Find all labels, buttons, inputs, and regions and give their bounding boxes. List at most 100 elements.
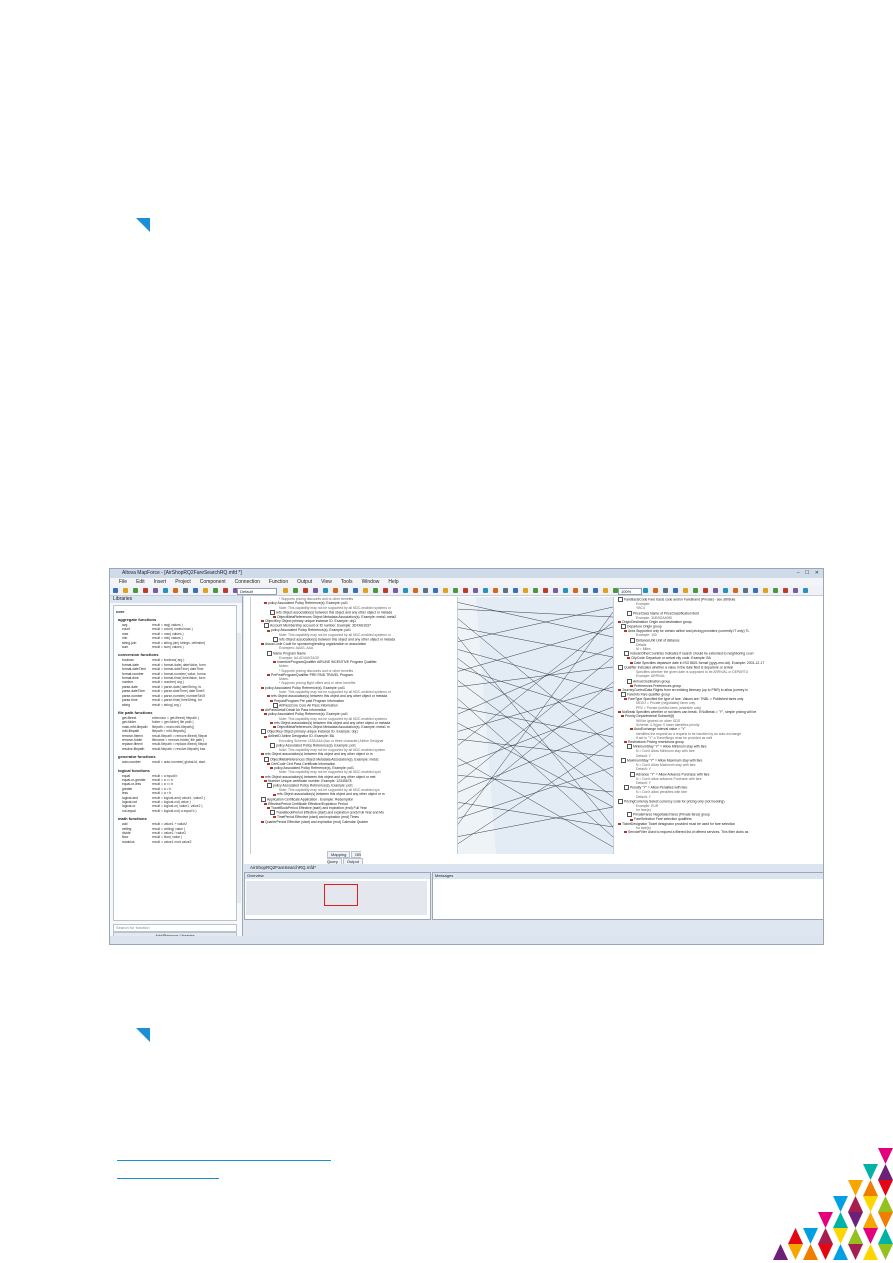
toolbar-icon[interactable] (443, 588, 448, 593)
menu-function[interactable]: Function (269, 579, 288, 585)
toolbar-icon[interactable] (683, 588, 688, 593)
library-group[interactable]: aggregate functions (118, 617, 236, 622)
menu-component[interactable]: Component (200, 579, 226, 585)
window-controls[interactable]: – ☐ ✕ (797, 570, 821, 576)
schema-node[interactable]: QuarterPeriod Effective (start) and expi… (251, 820, 457, 824)
toolbar-icon[interactable] (183, 588, 188, 593)
library-function[interactable]: resolve-filepath result-filepath = resolv… (122, 747, 236, 751)
mosaic-triangle (833, 1228, 848, 1244)
toolbar-icon[interactable] (493, 588, 498, 593)
library-group[interactable]: math functions (118, 816, 236, 821)
toolbar-icon[interactable] (673, 588, 678, 593)
node-type-icon (264, 735, 267, 738)
toolbar-icon[interactable] (753, 588, 758, 593)
menu-connection[interactable]: Connection (235, 579, 260, 585)
menu-project[interactable]: Project (175, 579, 191, 585)
toolbar-icon[interactable] (513, 588, 518, 593)
toolbar-icon[interactable] (403, 588, 408, 593)
library-function[interactable]: sum result = sum( values ) (122, 645, 236, 649)
toolbar-icon[interactable] (303, 588, 308, 593)
toolbar-icon[interactable] (393, 588, 398, 593)
toolbar-icon[interactable] (213, 588, 218, 593)
toolbar-icon[interactable] (193, 588, 198, 593)
menu-output[interactable]: Output (297, 579, 312, 585)
toolbar-icon[interactable] (483, 588, 488, 593)
toolbar-icon[interactable] (143, 588, 148, 593)
toolbar-icon[interactable] (123, 588, 128, 593)
library-group[interactable]: file path functions (118, 710, 236, 715)
toolbar-icon[interactable] (733, 588, 738, 593)
menu-help[interactable]: Help (388, 579, 398, 585)
schema-node[interactable]: ServiceFilter Used to request a filtered… (614, 830, 814, 834)
library-function[interactable]: string result = string( arg ) (122, 703, 236, 707)
toolbar-icon[interactable] (503, 588, 508, 593)
toolbar-icon[interactable] (573, 588, 578, 593)
menu-insert[interactable]: Insert (154, 579, 167, 585)
toolbar-icon[interactable] (793, 588, 798, 593)
toolbar-icon[interactable] (283, 588, 288, 593)
toolbar-icon[interactable] (543, 588, 548, 593)
toolbar-icon[interactable] (223, 588, 228, 593)
menu-tools[interactable]: Tools (341, 579, 353, 585)
function-search-input[interactable]: Search for function (113, 924, 237, 932)
toolbar-icon[interactable] (643, 588, 648, 593)
toolbar-icon[interactable] (203, 588, 208, 593)
toolbar-icon[interactable] (773, 588, 778, 593)
library-function[interactable]: not-equal result = logical-not( a equal b… (122, 809, 236, 813)
toolbar-icon[interactable] (603, 588, 608, 593)
preset-combo[interactable]: Default (237, 588, 277, 595)
library-function[interactable]: auto-number result = auto-number( global-… (122, 760, 236, 764)
toolbar-icon[interactable] (113, 588, 118, 593)
toolbar-icon[interactable] (353, 588, 358, 593)
toolbar-icon[interactable] (703, 588, 708, 593)
toolbar-icon[interactable] (173, 588, 178, 593)
toolbar-icon[interactable] (433, 588, 438, 593)
menu-edit[interactable]: Edit (136, 579, 145, 585)
library-group[interactable]: generator functions (118, 754, 236, 759)
toolbar-icon[interactable] (323, 588, 328, 593)
toolbar-icon[interactable] (293, 588, 298, 593)
document-tab[interactable]: AirShopRQ2FareSearchRQ.mfd* (244, 864, 823, 872)
toolbar-icon[interactable] (803, 588, 808, 593)
toolbar-icon[interactable] (583, 588, 588, 593)
toolbar-icon[interactable] (163, 588, 168, 593)
toolbar-icon[interactable] (363, 588, 368, 593)
toolbar-icon[interactable] (743, 588, 748, 593)
toolbar-icon[interactable] (343, 588, 348, 593)
toolbar-icon[interactable] (463, 588, 468, 593)
library-group[interactable]: logical functions (118, 768, 236, 773)
toolbar-icon[interactable] (783, 588, 788, 593)
menu-window[interactable]: Window (362, 579, 380, 585)
library-function[interactable]: modulus result = value1 mod value2 (122, 840, 236, 844)
toolbar-icon[interactable] (373, 588, 378, 593)
toolbar-icon[interactable] (693, 588, 698, 593)
libraries-scrollbar[interactable] (237, 633, 241, 903)
toolbar-icon[interactable] (333, 588, 338, 593)
tab-mapping[interactable]: Mapping (327, 851, 351, 858)
toolbar-icon[interactable] (453, 588, 458, 593)
toolbar-icon[interactable] (383, 588, 388, 593)
toolbar-icon[interactable] (713, 588, 718, 593)
overview-viewport[interactable] (324, 884, 358, 906)
toolbar-icon[interactable] (763, 588, 768, 593)
zoom-combo[interactable]: 100% (618, 588, 642, 595)
overview-map[interactable] (246, 881, 427, 915)
menu-file[interactable]: File (119, 579, 127, 585)
library-group[interactable]: conversion functions (118, 652, 236, 657)
toolbar-icon[interactable] (723, 588, 728, 593)
toolbar-icon[interactable] (313, 588, 318, 593)
toolbar-icon[interactable] (423, 588, 428, 593)
toolbar-icon[interactable] (663, 588, 668, 593)
toolbar-icon[interactable] (523, 588, 528, 593)
toolbar-icon[interactable] (133, 588, 138, 593)
toolbar-icon[interactable] (153, 588, 158, 593)
library-root[interactable]: core (116, 609, 236, 614)
toolbar-icon[interactable] (653, 588, 658, 593)
menu-view[interactable]: View (321, 579, 332, 585)
toolbar-icon[interactable] (473, 588, 478, 593)
toolbar-icon[interactable] (563, 588, 568, 593)
toolbar-icon[interactable] (413, 588, 418, 593)
toolbar-icon[interactable] (593, 588, 598, 593)
toolbar-icon[interactable] (553, 588, 558, 593)
toolbar-icon[interactable] (533, 588, 538, 593)
